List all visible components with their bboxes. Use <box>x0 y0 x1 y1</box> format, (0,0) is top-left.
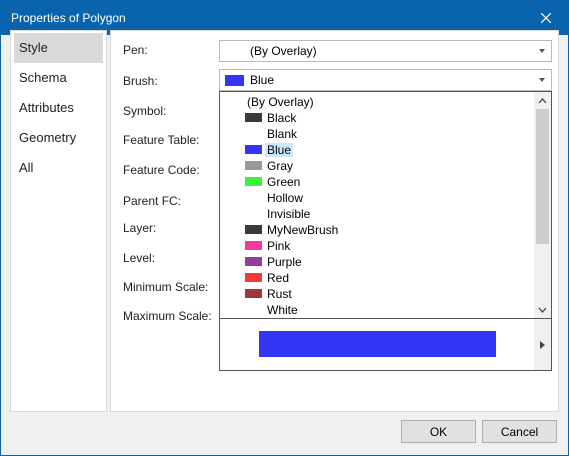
feature-code-label: Feature Code: <box>123 163 200 177</box>
option-label: White <box>267 303 298 317</box>
color-swatch <box>245 161 262 170</box>
option-label: Gray <box>267 159 294 173</box>
option-label: Purple <box>267 255 302 269</box>
list-item[interactable]: Blue <box>220 142 534 158</box>
list-item[interactable]: Green <box>220 174 534 190</box>
option-label: (By Overlay) <box>247 95 314 109</box>
color-swatch <box>245 257 262 266</box>
brush-combo[interactable]: Blue <box>219 69 552 91</box>
option-label: Rust <box>267 287 292 301</box>
list-item[interactable]: Hollow <box>220 190 534 206</box>
list-item[interactable]: Invisible <box>220 206 534 222</box>
option-label: Pink <box>267 239 291 253</box>
option-label: MyNewBrush <box>267 223 339 237</box>
ok-button[interactable]: OK <box>401 420 476 443</box>
chevron-down-icon <box>539 49 545 53</box>
option-label: Invisible <box>267 207 311 221</box>
preview-fill <box>259 331 496 357</box>
list-item[interactable]: Gray <box>220 158 534 174</box>
color-swatch <box>245 289 262 298</box>
nav-item-geometry[interactable]: Geometry <box>14 123 103 153</box>
color-swatch <box>245 225 262 234</box>
scroll-up-button[interactable] <box>534 92 551 109</box>
chevron-down-icon <box>538 307 547 313</box>
list-item[interactable]: Black <box>220 110 534 126</box>
nav-item-attributes[interactable]: Attributes <box>14 93 103 123</box>
parent-fc-label: Parent FC: <box>123 194 182 208</box>
option-label: Blank <box>267 127 298 141</box>
pen-combo[interactable]: (By Overlay) <box>219 40 552 62</box>
nav-panel: Style Schema Attributes Geometry All <box>10 30 107 412</box>
symbol-label: Symbol: <box>123 104 167 118</box>
list-item[interactable]: Purple <box>220 254 534 270</box>
nav-item-all[interactable]: All <box>14 153 103 183</box>
cancel-button[interactable]: Cancel <box>482 420 557 443</box>
chevron-right-icon <box>540 340 545 349</box>
feature-table-label: Feature Table: <box>123 133 200 147</box>
scroll-thumb[interactable] <box>536 109 549 244</box>
list-item[interactable]: Pink <box>220 238 534 254</box>
list-item[interactable]: Rust <box>220 286 534 302</box>
close-icon <box>541 12 551 23</box>
list-item[interactable]: Red <box>220 270 534 286</box>
chevron-down-icon <box>539 78 545 82</box>
nav-item-schema[interactable]: Schema <box>14 63 103 93</box>
brush-option-list: (By Overlay) Black Blank Blue Gray Green… <box>220 92 534 318</box>
level-label: Level: <box>123 251 156 265</box>
brush-value: Blue <box>250 73 275 87</box>
color-swatch <box>245 145 262 154</box>
option-label: Red <box>267 271 290 285</box>
preview-expand-button[interactable] <box>534 318 551 370</box>
list-item[interactable]: Blank <box>220 126 534 142</box>
brush-label: Brush: <box>123 74 158 88</box>
nav-item-style[interactable]: Style <box>14 33 103 63</box>
brush-swatch <box>225 75 244 86</box>
list-item[interactable]: (By Overlay) <box>220 94 534 110</box>
brush-preview <box>220 318 534 370</box>
window-title: Properties of Polygon <box>11 11 126 25</box>
chevron-up-icon <box>538 97 547 103</box>
color-swatch <box>245 273 262 282</box>
scroll-down-button[interactable] <box>534 301 551 318</box>
color-swatch <box>245 113 262 122</box>
maximum-scale-label: Maximum Scale: <box>123 309 212 323</box>
pen-label: Pen: <box>123 43 148 57</box>
pen-value: (By Overlay) <box>250 44 317 58</box>
option-label: Blue <box>265 143 294 157</box>
color-swatch <box>245 177 262 186</box>
color-swatch <box>245 241 262 250</box>
option-label: Black <box>267 111 297 125</box>
option-label: Hollow <box>267 191 304 205</box>
list-item[interactable]: MyNewBrush <box>220 222 534 238</box>
vertical-scrollbar[interactable] <box>534 92 551 318</box>
option-label: Green <box>267 175 301 189</box>
list-item[interactable]: White <box>220 302 534 318</box>
minimum-scale-label: Minimum Scale: <box>123 280 209 294</box>
brush-dropdown: (By Overlay) Black Blank Blue Gray Green… <box>219 91 552 371</box>
layer-label: Layer: <box>123 221 157 235</box>
